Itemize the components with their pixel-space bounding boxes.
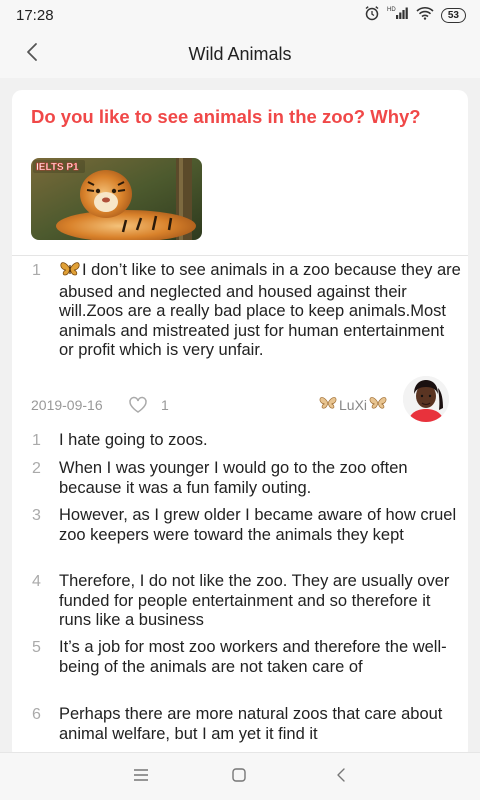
line-number: 2 <box>32 460 41 477</box>
status-bar: 17:28 HD 53 <box>0 0 480 30</box>
line-number: 6 <box>32 706 41 723</box>
square-home-icon <box>231 767 247 788</box>
sentence-line[interactable]: When I was younger I would go to the zoo… <box>59 459 463 498</box>
question-card: Do you like to see animals in the zoo? W… <box>12 90 468 760</box>
question-image[interactable]: IELTS P1 <box>31 158 202 240</box>
line-number: 1 <box>32 432 41 449</box>
butterfly-icon <box>318 396 338 413</box>
nav-bar: Wild Animals <box>0 30 480 78</box>
system-back-button[interactable] <box>331 767 351 787</box>
author-name[interactable]: LuXi <box>318 396 388 413</box>
menu-button[interactable] <box>131 767 151 787</box>
avatar[interactable] <box>403 376 449 422</box>
wifi-icon <box>416 6 434 24</box>
heart-outline-icon[interactable] <box>128 396 148 419</box>
divider <box>12 255 468 256</box>
sentence-line[interactable]: Therefore, I do not like the zoo. They a… <box>59 572 463 631</box>
signal-icon: HD <box>387 5 409 25</box>
home-button[interactable] <box>229 767 249 787</box>
author-label: LuXi <box>339 396 368 413</box>
battery-indicator: 53 <box>440 7 466 23</box>
line-number: 4 <box>32 573 41 590</box>
sentence-line[interactable]: It’s a job for most zoo workers and ther… <box>59 638 463 677</box>
sentence-line[interactable]: Perhaps there are more natural zoos that… <box>59 705 463 744</box>
system-nav-bar <box>0 752 480 800</box>
menu-icon <box>133 768 149 786</box>
line-number: 3 <box>32 507 41 524</box>
butterfly-icon <box>59 261 81 283</box>
sentence-line[interactable]: I hate going to zoos. <box>59 431 463 451</box>
answer-text[interactable]: I don’t like to see animals in a zoo bec… <box>59 261 463 361</box>
alarm-icon <box>364 5 380 25</box>
answer-meta: 2019-09-16 1 LuXi <box>31 376 456 423</box>
butterfly-icon <box>368 396 388 413</box>
sentence-line[interactable]: However, as I grew older I became aware … <box>59 506 463 545</box>
system-back-icon <box>335 767 347 788</box>
hd-label: HD <box>387 7 396 13</box>
page-title: Wild Animals <box>188 43 292 64</box>
answer-date: 2019-09-16 <box>31 397 103 413</box>
status-time: 17:28 <box>16 6 54 24</box>
like-count: 1 <box>161 397 169 413</box>
status-icons: HD 53 <box>364 5 466 25</box>
answer-number: 1 <box>32 262 41 279</box>
chevron-left-icon <box>25 42 39 67</box>
back-button[interactable] <box>16 38 48 70</box>
question-title: Do you like to see animals in the zoo? W… <box>31 106 421 127</box>
answer-body: I don’t like to see animals in a zoo bec… <box>59 261 461 359</box>
line-number: 5 <box>32 639 41 656</box>
image-badge: IELTS P1 <box>36 162 79 173</box>
